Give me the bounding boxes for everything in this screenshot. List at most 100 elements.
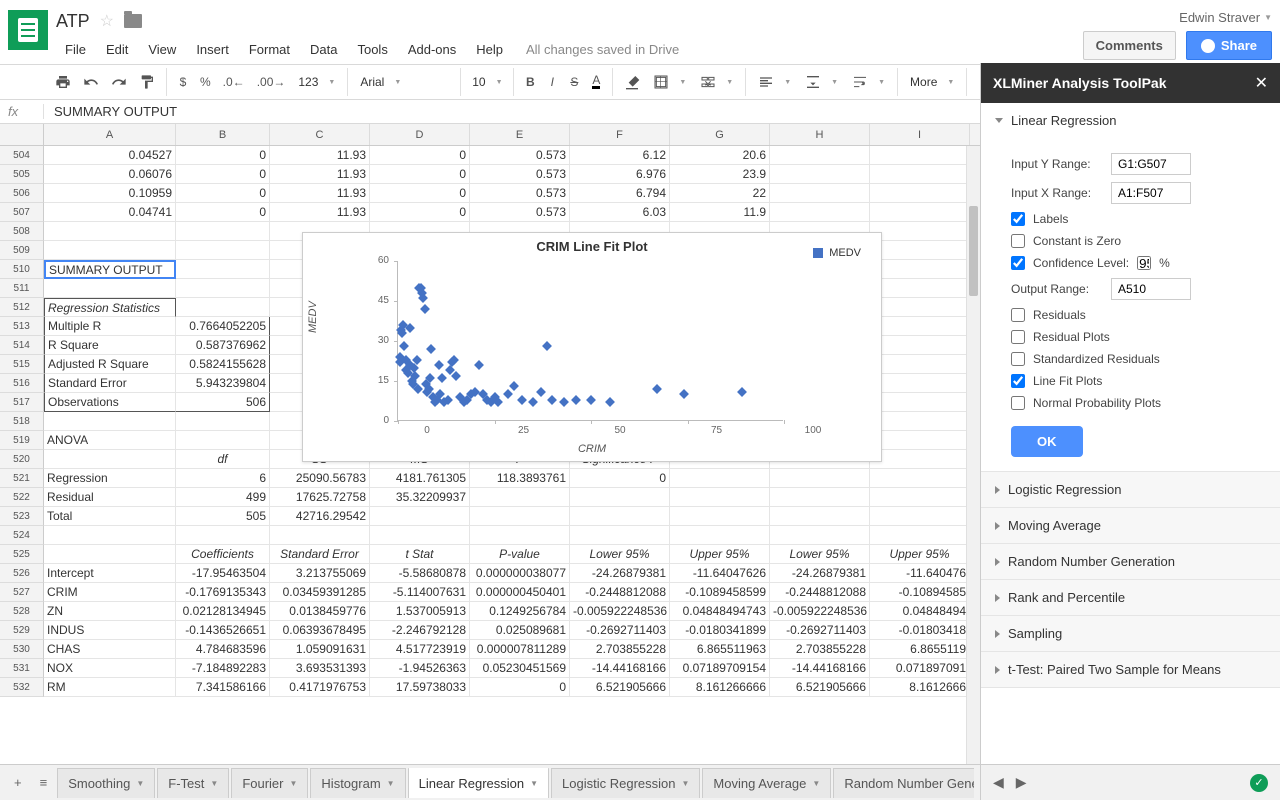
cell[interactable]: 25090.56783 [270, 469, 370, 488]
format-currency[interactable]: $ [173, 71, 193, 93]
col-header-H[interactable]: H [770, 124, 870, 145]
undo-icon[interactable] [78, 70, 104, 94]
cell[interactable] [770, 488, 870, 507]
cell[interactable]: 0.587376962 [176, 336, 270, 355]
cell[interactable]: 3.213755069 [270, 564, 370, 583]
cell[interactable]: -24.26879381 [570, 564, 670, 583]
cell[interactable]: ZN [44, 602, 176, 621]
cell[interactable]: -0.1769135343 [176, 583, 270, 602]
cell[interactable] [870, 355, 970, 374]
cell[interactable]: -24.26879381 [770, 564, 870, 583]
cell[interactable]: 0 [176, 184, 270, 203]
strike-button[interactable]: S [564, 71, 584, 93]
cell[interactable] [870, 374, 970, 393]
cell[interactable]: P-value [470, 545, 570, 564]
cell[interactable]: 8.161266666 [670, 678, 770, 697]
cell[interactable] [870, 165, 970, 184]
cell[interactable]: 3.693531393 [270, 659, 370, 678]
cell[interactable]: 0.06393678495 [270, 621, 370, 640]
cell[interactable] [870, 241, 970, 260]
font-select[interactable]: Arial [354, 71, 454, 93]
sheet-tab-f-test[interactable]: F-Test▼ [157, 768, 229, 798]
section-rank-and-percentile[interactable]: Rank and Percentile [981, 580, 1280, 615]
cell[interactable] [870, 146, 970, 165]
cell[interactable]: CRIM [44, 583, 176, 602]
sheet-tab-fourier[interactable]: Fourier▼ [231, 768, 308, 798]
cell[interactable] [670, 469, 770, 488]
cell[interactable]: 0 [176, 146, 270, 165]
font-size-select[interactable]: 10 [467, 71, 507, 93]
cell[interactable]: 0.04527 [44, 146, 176, 165]
row-header[interactable]: 511 [0, 279, 44, 298]
cell[interactable] [370, 507, 470, 526]
cell[interactable] [670, 488, 770, 507]
menu-edit[interactable]: Edit [97, 38, 137, 61]
col-header-C[interactable]: C [270, 124, 370, 145]
cell[interactable]: Regression [44, 469, 176, 488]
menu-format[interactable]: Format [240, 38, 299, 61]
col-header-G[interactable]: G [670, 124, 770, 145]
cell[interactable]: Intercept [44, 564, 176, 583]
cell[interactable] [670, 526, 770, 545]
cell[interactable]: -14.44168166 [770, 659, 870, 678]
row-header[interactable]: 519 [0, 431, 44, 450]
cell[interactable] [770, 526, 870, 545]
cell[interactable]: -0.2692711403 [570, 621, 670, 640]
cell[interactable]: 23.9 [670, 165, 770, 184]
cell[interactable] [176, 526, 270, 545]
cell[interactable]: 0.573 [470, 203, 570, 222]
cell[interactable]: -7.184892283 [176, 659, 270, 678]
checkbox-labels[interactable] [1011, 212, 1025, 226]
cell[interactable]: R Square [44, 336, 176, 355]
align-h-button[interactable] [752, 70, 797, 94]
sheet-tab-histogram[interactable]: Histogram▼ [310, 768, 405, 798]
cell[interactable]: 0 [176, 203, 270, 222]
row-header[interactable]: 509 [0, 241, 44, 260]
cell[interactable] [570, 488, 670, 507]
cell[interactable]: 11.9 [670, 203, 770, 222]
cell[interactable]: 0.573 [470, 165, 570, 184]
cell[interactable] [570, 526, 670, 545]
col-header-A[interactable]: A [44, 124, 176, 145]
select-all-corner[interactable] [0, 124, 44, 145]
row-header[interactable]: 529 [0, 621, 44, 640]
cell[interactable]: 0.06076 [44, 165, 176, 184]
checkbox-residual-plots[interactable] [1011, 330, 1025, 344]
input-confidence[interactable] [1137, 256, 1151, 270]
cell[interactable]: 0 [370, 165, 470, 184]
checkbox-constant-zero[interactable] [1011, 234, 1025, 248]
row-header[interactable]: 525 [0, 545, 44, 564]
cell[interactable]: 11.93 [270, 203, 370, 222]
cell[interactable] [370, 526, 470, 545]
cell[interactable]: 11.93 [270, 184, 370, 203]
cell[interactable]: 35.32209937 [370, 488, 470, 507]
checkbox-normal-prob[interactable] [1011, 396, 1025, 410]
cell[interactable] [44, 279, 176, 298]
checkbox-residuals[interactable] [1011, 308, 1025, 322]
cell[interactable] [770, 507, 870, 526]
cell[interactable]: 505 [176, 507, 270, 526]
cell[interactable]: 0 [370, 203, 470, 222]
menu-data[interactable]: Data [301, 38, 346, 61]
paint-format-icon[interactable] [134, 70, 160, 94]
cell[interactable] [870, 450, 970, 469]
cell[interactable] [870, 526, 970, 545]
cell[interactable]: 0 [470, 678, 570, 697]
cell[interactable] [770, 469, 870, 488]
print-icon[interactable] [50, 70, 76, 94]
cell[interactable]: 6.12 [570, 146, 670, 165]
cell[interactable] [870, 488, 970, 507]
sheets-logo[interactable] [8, 10, 48, 50]
cell[interactable] [470, 507, 570, 526]
row-header[interactable]: 510 [0, 260, 44, 279]
cell[interactable] [670, 507, 770, 526]
cell[interactable] [870, 469, 970, 488]
menu-view[interactable]: View [139, 38, 185, 61]
prev-arrow-icon[interactable]: ◀ [993, 774, 1004, 791]
document-title[interactable]: ATP [56, 11, 90, 32]
cell[interactable]: Regression Statistics [44, 298, 176, 317]
cell[interactable]: -17.95463504 [176, 564, 270, 583]
cell[interactable]: INDUS [44, 621, 176, 640]
menu-tools[interactable]: Tools [348, 38, 396, 61]
cell[interactable]: 0.7664052205 [176, 317, 270, 336]
